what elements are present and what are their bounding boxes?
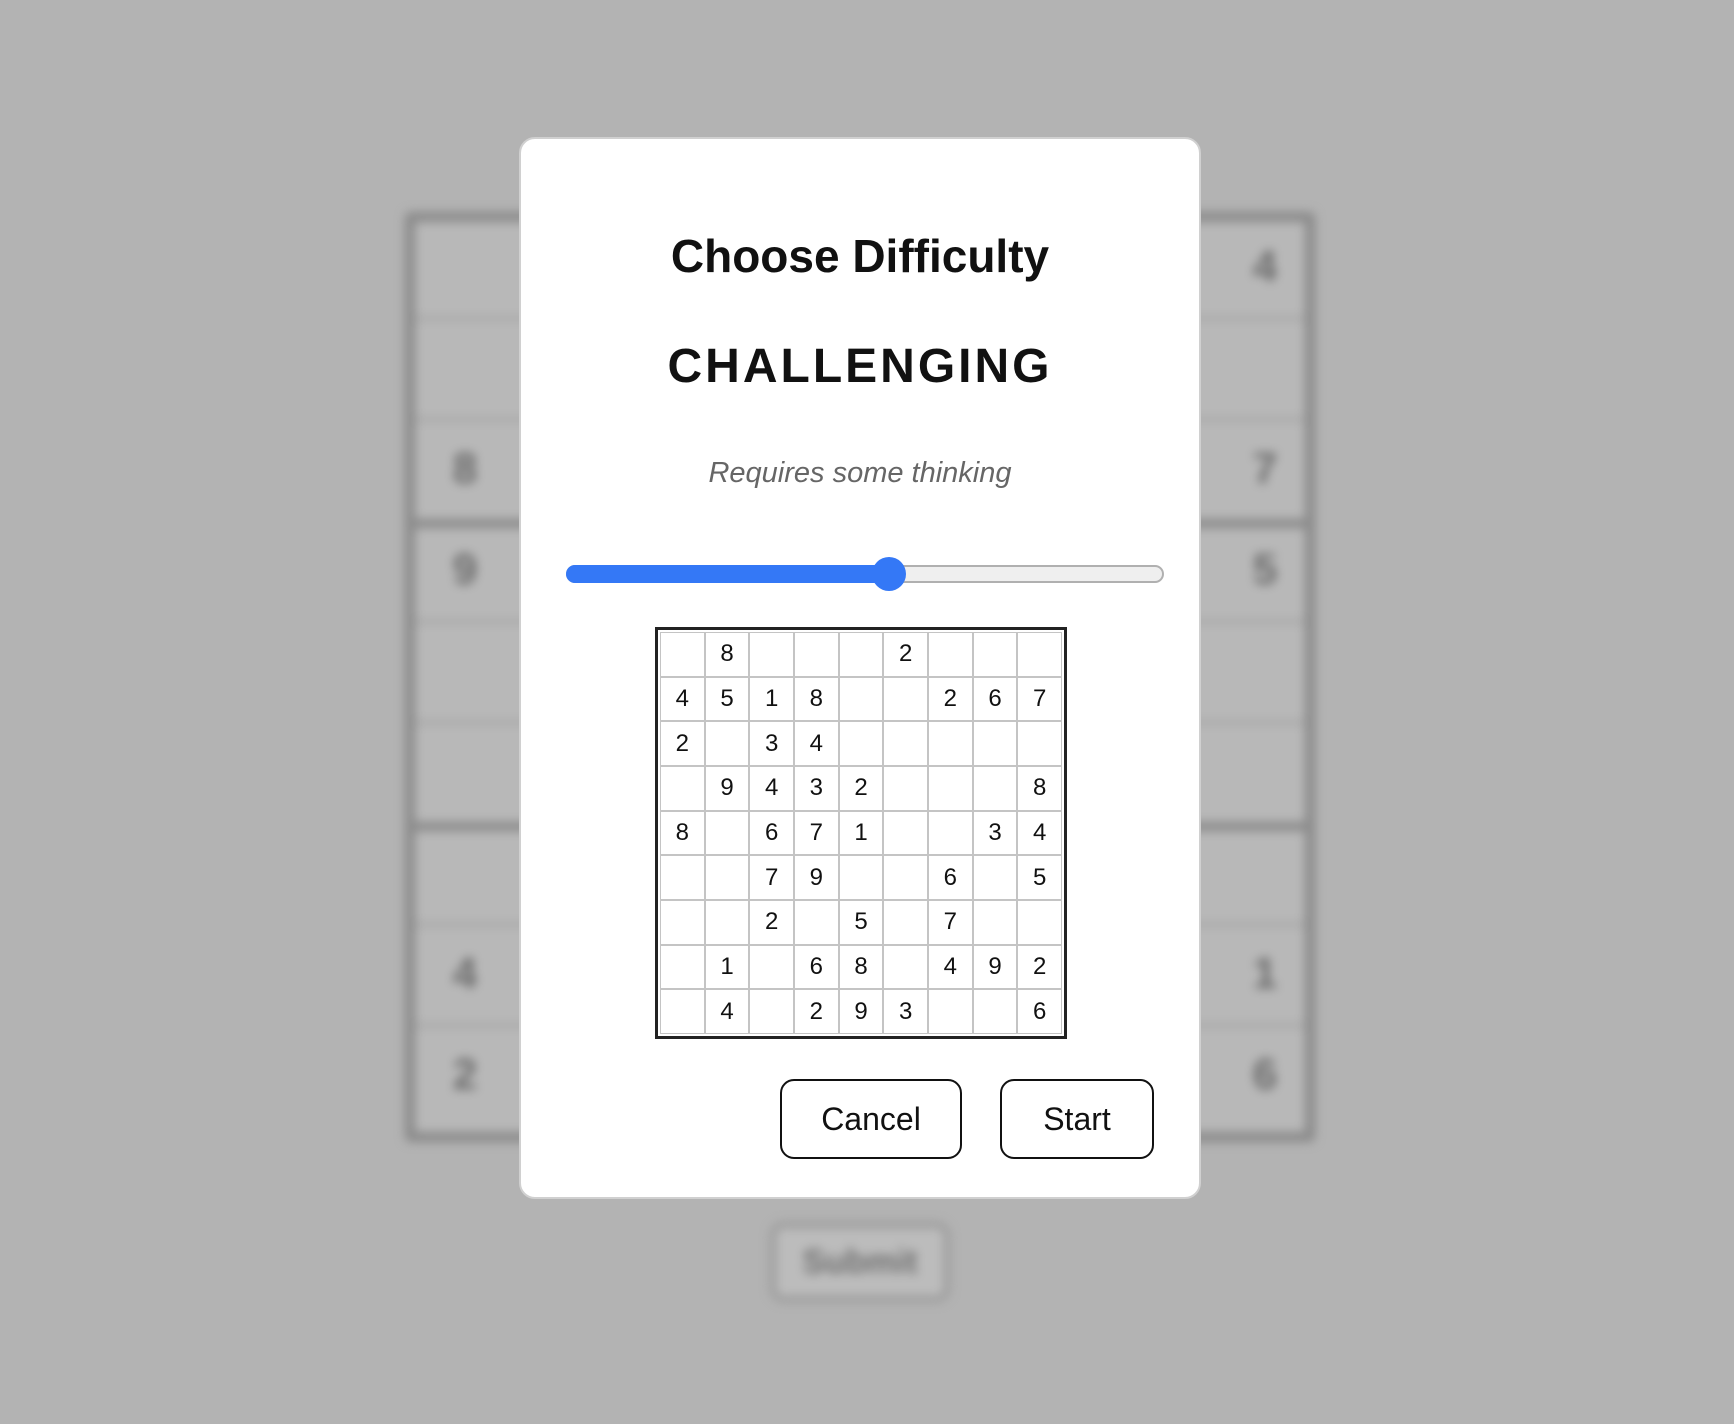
difficulty-description: Requires some thinking: [708, 457, 1012, 489]
puzzle-cell: 6: [1017, 989, 1062, 1034]
puzzle-cell: [883, 721, 928, 766]
puzzle-cell: [928, 632, 973, 677]
puzzle-cell: [972, 989, 1018, 1034]
puzzle-cell: 5: [704, 676, 750, 722]
puzzle-cell: [972, 632, 1018, 677]
puzzle-cell: [704, 810, 750, 856]
puzzle-cell: 2: [749, 900, 794, 945]
puzzle-cell: [838, 676, 884, 722]
puzzle-cell: 2: [838, 766, 884, 811]
puzzle-cell: [660, 766, 705, 811]
puzzle-cell: 5: [1017, 855, 1062, 900]
puzzle-cell: [883, 676, 928, 722]
puzzle-cell: [972, 766, 1018, 811]
difficulty-dialog: Choose Difficulty CHALLENGING Requires s…: [519, 137, 1201, 1199]
puzzle-cell: 6: [928, 855, 973, 900]
difficulty-level-name: CHALLENGING: [667, 340, 1053, 393]
puzzle-cell: [838, 632, 884, 677]
modal-overlay: Choose Difficulty CHALLENGING Requires s…: [0, 0, 1734, 1424]
puzzle-cell: 4: [749, 766, 794, 811]
puzzle-cell: 7: [794, 810, 839, 856]
puzzle-cell: [1017, 900, 1062, 945]
puzzle-cell: [749, 632, 794, 677]
puzzle-cell: [972, 900, 1018, 945]
cancel-button[interactable]: Cancel: [780, 1079, 962, 1159]
puzzle-cell: 8: [704, 632, 750, 677]
puzzle-cell: [749, 989, 794, 1034]
puzzle-cell: [794, 632, 839, 677]
puzzle-cell: [928, 766, 973, 811]
puzzle-cell: 8: [660, 810, 705, 856]
puzzle-cell: 4: [794, 721, 839, 766]
puzzle-cell: [928, 721, 973, 766]
puzzle-cell: 7: [928, 900, 973, 945]
puzzle-cell: 2: [928, 676, 973, 722]
puzzle-cell: [972, 721, 1018, 766]
difficulty-slider[interactable]: [566, 557, 1164, 591]
puzzle-cell: 9: [972, 944, 1018, 990]
puzzle-cell: 8: [794, 676, 839, 722]
puzzle-cell: 1: [838, 810, 884, 856]
slider-fill: [566, 565, 889, 583]
puzzle-cell: [883, 810, 928, 856]
puzzle-cell: [1017, 632, 1062, 677]
puzzle-cell: 3: [794, 766, 839, 811]
puzzle-cell: 8: [1017, 766, 1062, 811]
puzzle-cell: [883, 855, 928, 900]
puzzle-cell: 3: [883, 989, 928, 1034]
puzzle-cell: 2: [883, 632, 928, 677]
puzzle-cell: [883, 900, 928, 945]
puzzle-cell: 4: [704, 989, 750, 1034]
puzzle-cell: [972, 855, 1018, 900]
puzzle-cell: 4: [1017, 810, 1062, 856]
puzzle-cell: 7: [1017, 676, 1062, 722]
puzzle-cell: 9: [794, 855, 839, 900]
puzzle-cell: 2: [1017, 944, 1062, 990]
puzzle-cell: 2: [794, 989, 839, 1034]
puzzle-cell: 6: [972, 676, 1018, 722]
puzzle-cell: [883, 766, 928, 811]
puzzle-cell: [838, 855, 884, 900]
puzzle-cell: 2: [660, 721, 705, 766]
puzzle-cell: [704, 721, 750, 766]
puzzle-cell: [660, 632, 705, 677]
puzzle-cell: [883, 944, 928, 990]
puzzle-cell: [660, 989, 705, 1034]
puzzle-cell: [838, 721, 884, 766]
puzzle-cell: [794, 900, 839, 945]
start-button[interactable]: Start: [1000, 1079, 1154, 1159]
puzzle-cell: [660, 855, 705, 900]
puzzle-cell: 7: [749, 855, 794, 900]
puzzle-cell: [928, 810, 973, 856]
dialog-title: Choose Difficulty: [670, 230, 1050, 282]
puzzle-cell: [660, 900, 705, 945]
puzzle-cell: 4: [660, 676, 705, 722]
puzzle-cell: 3: [972, 810, 1018, 856]
puzzle-cell: 8: [838, 944, 884, 990]
puzzle-cell: 4: [928, 944, 973, 990]
puzzle-cell: 9: [704, 766, 750, 811]
puzzle-cell: 5: [838, 900, 884, 945]
puzzle-cell: 1: [704, 944, 750, 990]
puzzle-cell: [749, 944, 794, 990]
puzzle-cell: [704, 900, 750, 945]
puzzle-cell: 6: [749, 810, 794, 856]
puzzle-cell: 9: [838, 989, 884, 1034]
puzzle-cell: [660, 944, 705, 990]
puzzle-cell: [704, 855, 750, 900]
puzzle-cell: 3: [749, 721, 794, 766]
puzzle-preview-grid: 8245182672349432886713479652571684924293…: [655, 627, 1067, 1039]
slider-thumb[interactable]: [872, 557, 906, 591]
puzzle-cell: [928, 989, 973, 1034]
puzzle-cell: 6: [794, 944, 839, 990]
puzzle-cell: [1017, 721, 1062, 766]
puzzle-cell: 1: [749, 676, 794, 722]
